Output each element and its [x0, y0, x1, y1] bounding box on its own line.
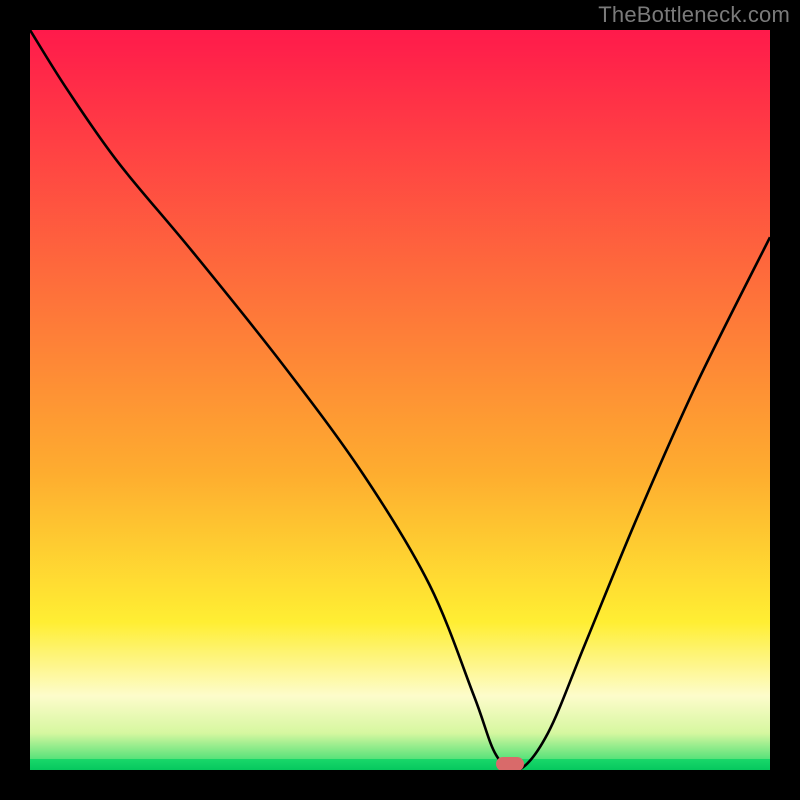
bottleneck-curve-path [30, 30, 770, 770]
plot-area [30, 30, 770, 770]
chart-frame: TheBottleneck.com [0, 0, 800, 800]
bottleneck-curve [30, 30, 770, 770]
watermark-text: TheBottleneck.com [598, 2, 790, 28]
optimal-marker [496, 757, 524, 770]
